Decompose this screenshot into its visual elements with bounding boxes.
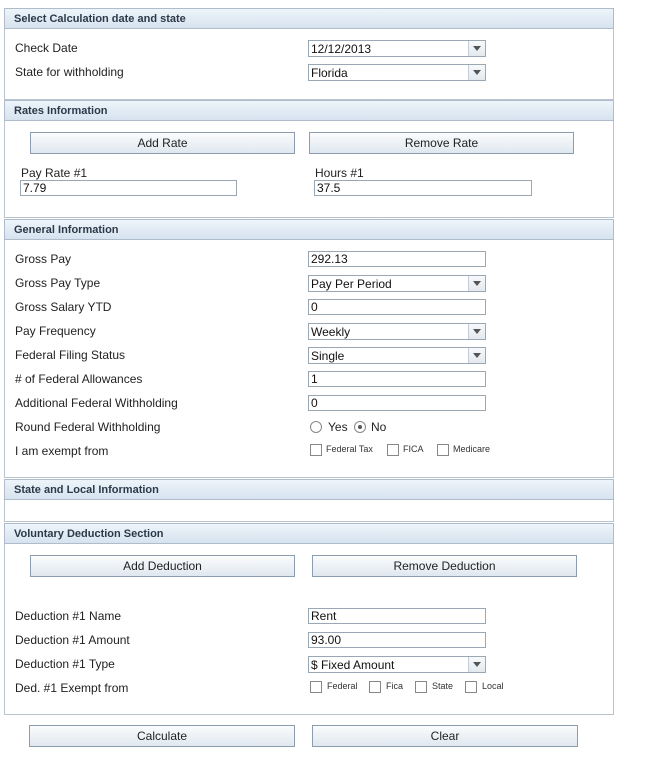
remove-rate-button[interactable]: Remove Rate <box>309 132 574 154</box>
calc-section-header: Select Calculation date and state <box>4 8 614 29</box>
filing-status-value: Single <box>311 349 345 363</box>
round-withholding-label: Round Federal Withholding <box>15 420 161 434</box>
gross-pay-input[interactable]: 292.13 <box>308 251 486 267</box>
additional-withholding-label: Additional Federal Withholding <box>15 396 178 410</box>
exempt-from-label: I am exempt from <box>15 444 109 458</box>
deduction-type-label: Deduction #1 Type <box>15 657 115 671</box>
chevron-down-icon[interactable] <box>468 348 485 363</box>
add-deduction-button[interactable]: Add Deduction <box>30 555 295 577</box>
ded-exempt-federal-label: Federal <box>327 681 358 691</box>
deduction-name-input[interactable]: Rent <box>308 608 486 624</box>
pay-frequency-label: Pay Frequency <box>15 324 96 338</box>
chevron-down-icon[interactable] <box>468 65 485 80</box>
filing-status-select[interactable]: Single <box>308 347 486 364</box>
gross-pay-type-label: Gross Pay Type <box>15 276 101 290</box>
pay-frequency-value: Weekly <box>311 325 351 339</box>
gross-pay-type-value: Pay Per Period <box>311 277 392 291</box>
exempt-medicare-label: Medicare <box>453 444 491 454</box>
gross-salary-ytd-input[interactable]: 0 <box>308 299 486 315</box>
ded-exempt-state-label: State <box>432 681 454 691</box>
gross-pay-label: Gross Pay <box>15 252 72 266</box>
check-date-select[interactable]: 12/12/2013 <box>308 40 486 57</box>
gross-salary-ytd-label: Gross Salary YTD <box>15 300 112 314</box>
state-local-section-header: State and Local Information <box>4 479 614 500</box>
pay-rate-label: Pay Rate #1 <box>21 166 88 180</box>
filing-status-label: Federal Filing Status <box>15 348 126 362</box>
allowances-input[interactable]: 1 <box>308 371 486 387</box>
ded-exempt-state-checkbox[interactable] <box>415 681 427 693</box>
deduction-type-value: $ Fixed Amount <box>311 658 395 672</box>
add-rate-button[interactable]: Add Rate <box>30 132 295 154</box>
ded-exempt-local-checkbox[interactable] <box>465 681 477 693</box>
chevron-down-icon[interactable] <box>468 324 485 339</box>
calculate-button[interactable]: Calculate <box>29 725 295 747</box>
round-yes-label: Yes <box>328 420 348 434</box>
exempt-federal-checkbox[interactable] <box>310 444 322 456</box>
deduction-section-header: Voluntary Deduction Section <box>4 523 614 544</box>
hours-label: Hours #1 <box>315 166 364 180</box>
rates-section-header: Rates Information <box>4 100 614 121</box>
gross-pay-type-select[interactable]: Pay Per Period <box>308 275 486 292</box>
chevron-down-icon[interactable] <box>468 276 485 291</box>
clear-button[interactable]: Clear <box>312 725 578 747</box>
remove-deduction-button[interactable]: Remove Deduction <box>312 555 577 577</box>
check-date-value: 12/12/2013 <box>311 42 372 56</box>
state-value: Florida <box>311 66 348 80</box>
deduction-name-label: Deduction #1 Name <box>15 609 122 623</box>
chevron-down-icon[interactable] <box>468 41 485 56</box>
exempt-medicare-checkbox[interactable] <box>437 444 449 456</box>
pay-rate-input[interactable]: 7.79 <box>20 180 237 196</box>
hours-input[interactable]: 37.5 <box>314 180 532 196</box>
ded-exempt-fica-checkbox[interactable] <box>369 681 381 693</box>
round-no-radio[interactable] <box>354 421 366 433</box>
general-section-header: General Information <box>4 219 614 240</box>
ded-exempt-local-label: Local <box>482 681 504 691</box>
exempt-fica-label: FICA <box>403 444 424 454</box>
round-no-label: No <box>371 420 387 434</box>
deduction-amount-input[interactable]: 93.00 <box>308 632 486 648</box>
exempt-fica-checkbox[interactable] <box>387 444 399 456</box>
round-yes-radio[interactable] <box>310 421 322 433</box>
additional-withholding-input[interactable]: 0 <box>308 395 486 411</box>
deduction-type-select[interactable]: $ Fixed Amount <box>308 656 486 673</box>
ded-exempt-federal-checkbox[interactable] <box>310 681 322 693</box>
ded-exempt-fica-label: Fica <box>386 681 404 691</box>
pay-frequency-select[interactable]: Weekly <box>308 323 486 340</box>
state-select[interactable]: Florida <box>308 64 486 81</box>
state-label: State for withholding <box>15 65 124 79</box>
allowances-label: # of Federal Allowances <box>15 372 143 386</box>
deduction-exempt-label: Ded. #1 Exempt from <box>15 681 129 695</box>
exempt-federal-label: Federal Tax <box>326 444 373 454</box>
chevron-down-icon[interactable] <box>468 657 485 672</box>
check-date-label: Check Date <box>15 41 78 55</box>
deduction-amount-label: Deduction #1 Amount <box>15 633 130 647</box>
